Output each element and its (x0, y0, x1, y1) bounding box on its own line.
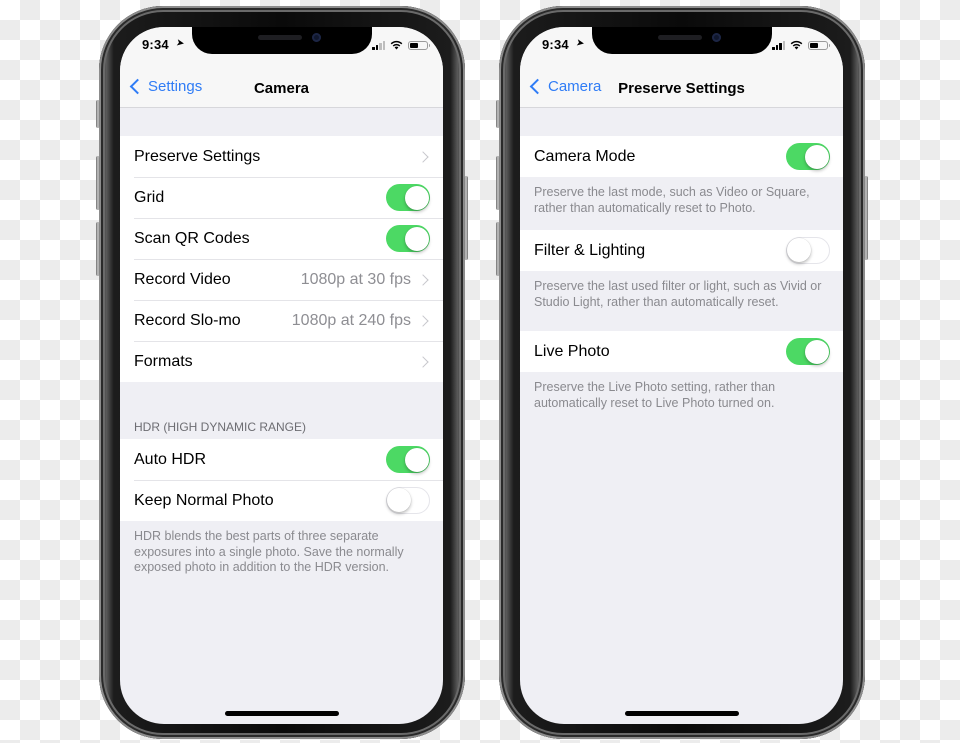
row-label: Keep Normal Photo (134, 491, 274, 509)
footer-camera-mode: Preserve the last mode, such as Video or… (534, 185, 810, 215)
row-label: Filter & Lighting (534, 241, 646, 259)
auto-hdr-toggle[interactable] (386, 446, 430, 473)
row-filter-lighting: Filter & Lighting (520, 230, 843, 271)
cellular-signal-icon (372, 41, 385, 50)
row-label: Formats (134, 352, 193, 370)
row-keep-normal-photo: Keep Normal Photo (120, 480, 443, 521)
row-label: Auto HDR (134, 450, 207, 468)
location-arrow-icon: ➤ (575, 37, 586, 50)
navigation-bar: Settings Camera (120, 71, 443, 108)
back-button[interactable]: Settings (128, 78, 202, 95)
volume-up-button (496, 156, 500, 210)
footer-live-photo: Preserve the Live Photo setting, rather … (534, 380, 776, 410)
row-label: Scan QR Codes (134, 229, 250, 247)
row-scan-qr-codes: Scan QR Codes (120, 218, 443, 259)
hdr-settings-group: Auto HDR Keep Normal Photo (120, 439, 443, 521)
settings-list: Preserve Settings Grid Scan QR Codes Rec… (120, 108, 443, 576)
screen: 9:34 ➤ Settings Camera Preserve Settings… (120, 27, 443, 724)
chevron-right-icon (417, 314, 429, 327)
home-indicator[interactable] (224, 711, 339, 716)
screen: 9:34 ➤ Camera Preserve Settings Camera M… (520, 27, 843, 724)
chevron-right-icon (417, 273, 429, 286)
live-photo-group: Live Photo (520, 331, 843, 372)
live-photo-toggle[interactable] (786, 338, 830, 365)
notch (592, 27, 772, 54)
section-header-hdr: HDR (HIGH DYNAMIC RANGE) (134, 420, 307, 434)
volume-down-button (96, 222, 100, 276)
wifi-icon (390, 40, 403, 50)
row-formats[interactable]: Formats (120, 341, 443, 382)
phone-preserve-settings: 9:34 ➤ Camera Preserve Settings Camera M… (496, 6, 868, 739)
battery-icon (408, 41, 430, 50)
keep-normal-photo-toggle[interactable] (386, 487, 430, 514)
volume-up-button (96, 156, 100, 210)
row-auto-hdr: Auto HDR (120, 439, 443, 480)
battery-icon (808, 41, 830, 50)
front-camera (312, 33, 321, 42)
wifi-icon (790, 40, 803, 50)
chevron-right-icon (417, 355, 429, 368)
row-value: 1080p at 30 fps (300, 270, 411, 288)
chevron-left-icon (529, 78, 546, 95)
ring-silent-switch (496, 100, 500, 128)
filter-lighting-toggle[interactable] (786, 237, 830, 264)
chevron-right-icon (417, 150, 429, 163)
settings-list: Camera Mode Preserve the last mode, such… (520, 108, 843, 411)
back-button[interactable]: Camera (528, 78, 601, 95)
grid-toggle[interactable] (386, 184, 430, 211)
row-live-photo: Live Photo (520, 331, 843, 372)
side-button (464, 176, 468, 260)
status-time: 9:34 (542, 37, 569, 52)
row-record-slo-mo[interactable]: Record Slo-mo 1080p at 240 fps (120, 300, 443, 341)
volume-down-button (496, 222, 500, 276)
row-camera-mode: Camera Mode (520, 136, 843, 177)
row-label: Record Slo-mo (134, 311, 241, 329)
scan-qr-codes-toggle[interactable] (386, 225, 430, 252)
cellular-signal-icon (772, 41, 785, 50)
row-record-video[interactable]: Record Video 1080p at 30 fps (120, 259, 443, 300)
row-label: Preserve Settings (134, 147, 261, 165)
navigation-bar: Camera Preserve Settings (520, 71, 843, 108)
camera-mode-toggle[interactable] (786, 143, 830, 170)
speaker-grille (658, 35, 702, 40)
footer-filter-lighting: Preserve the last used filter or light, … (534, 279, 822, 309)
location-arrow-icon: ➤ (175, 37, 186, 50)
front-camera (712, 33, 721, 42)
row-label: Grid (134, 188, 165, 206)
row-preserve-settings[interactable]: Preserve Settings (120, 136, 443, 177)
section-footer-hdr: HDR blends the best parts of three separ… (134, 529, 404, 574)
side-button (864, 176, 868, 260)
row-label: Camera Mode (534, 147, 636, 165)
filter-lighting-group: Filter & Lighting (520, 230, 843, 271)
chevron-left-icon (129, 78, 146, 95)
home-indicator[interactable] (624, 711, 739, 716)
ring-silent-switch (96, 100, 100, 128)
notch (192, 27, 372, 54)
row-label: Record Video (134, 270, 231, 288)
camera-mode-group: Camera Mode (520, 136, 843, 177)
row-label: Live Photo (534, 342, 610, 360)
status-time: 9:34 (142, 37, 169, 52)
back-button-label: Camera (548, 78, 602, 95)
speaker-grille (258, 35, 302, 40)
row-value: 1080p at 240 fps (291, 311, 411, 329)
row-grid: Grid (120, 177, 443, 218)
back-button-label: Settings (148, 78, 203, 95)
phone-camera-settings: 9:34 ➤ Settings Camera Preserve Settings… (96, 6, 468, 739)
camera-settings-group: Preserve Settings Grid Scan QR Codes Rec… (120, 136, 443, 382)
